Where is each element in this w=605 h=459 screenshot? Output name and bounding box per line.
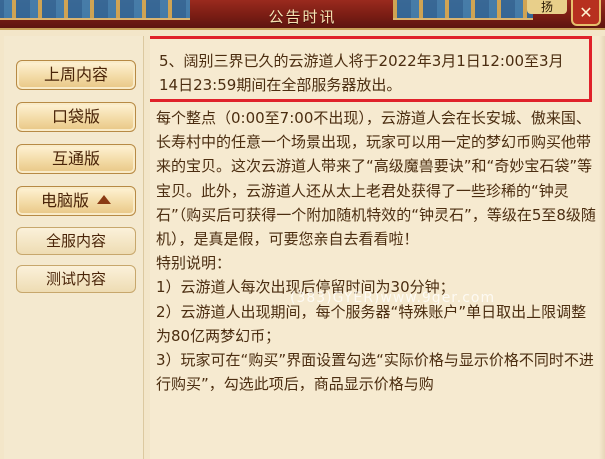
close-button[interactable]: ✕ — [571, 0, 601, 26]
notice-header: 公告时讯 扬 ✕ — [0, 0, 605, 30]
scroll-edge — [599, 36, 605, 459]
notice-paragraph: 3）玩家可在“购买”界面设置勾选“实际价格与显示价格不同时不进行购买”，勾选此项… — [156, 351, 594, 394]
notice-paragraph: 每个整点（0:00至7:00不出现），云游道人会在长安城、傲来国、长寿村中的任意… — [156, 109, 596, 249]
notice-content[interactable]: 5、阔别三界已久的云游道人将于2022年3月1日12:00至3月14日23:59… — [150, 36, 605, 459]
sidebar-item-label: 口袋版 — [51, 107, 100, 126]
corner-badge: 扬 — [527, 0, 567, 14]
close-icon: ✕ — [579, 2, 593, 22]
sidebar-item-pc[interactable]: 电脑版 — [16, 186, 136, 216]
page-title: 公告时讯 — [268, 8, 337, 26]
notice-paragraph: 2）云游道人出现期间，每个服务器“特殊账户”单日取出上限调整为80亿两梦幻币； — [156, 302, 587, 345]
sidebar-item-label: 电脑版 — [40, 191, 89, 210]
sidebar-subitem-label: 测试内容 — [45, 270, 106, 288]
sidebar-item-label: 上周内容 — [43, 65, 108, 84]
highlighted-notice: 5、阔别三界已久的云游道人将于2022年3月1日12:00至3月14日23:59… — [150, 36, 592, 102]
highlight-text: 5、阔别三界已久的云游道人将于2022年3月1日12:00至3月14日23:59… — [159, 52, 564, 94]
sidebar-item-last-week[interactable]: 上周内容 — [16, 60, 136, 90]
sidebar-item-label: 互通版 — [51, 149, 100, 168]
sidebar: 上周内容 口袋版 互通版 电脑版 全服内容 测试内容 — [4, 36, 144, 459]
sidebar-subitem-test[interactable]: 测试内容 — [16, 265, 136, 293]
sidebar-subitem-label: 全服内容 — [45, 232, 106, 250]
notice-body: 每个整点（0:00至7:00不出现），云游道人会在长安城、傲来国、长寿村中的任意… — [156, 106, 596, 396]
sidebar-item-interconnect[interactable]: 互通版 — [16, 144, 136, 174]
sidebar-item-pocket[interactable]: 口袋版 — [16, 102, 136, 132]
notice-paragraph: 1）云游道人每次出现后停留时间为30分钟； — [156, 278, 455, 297]
sidebar-subitem-all-servers[interactable]: 全服内容 — [16, 227, 136, 255]
collapse-arrow-icon — [97, 195, 111, 204]
notice-paragraph: 特别说明： — [156, 254, 232, 273]
